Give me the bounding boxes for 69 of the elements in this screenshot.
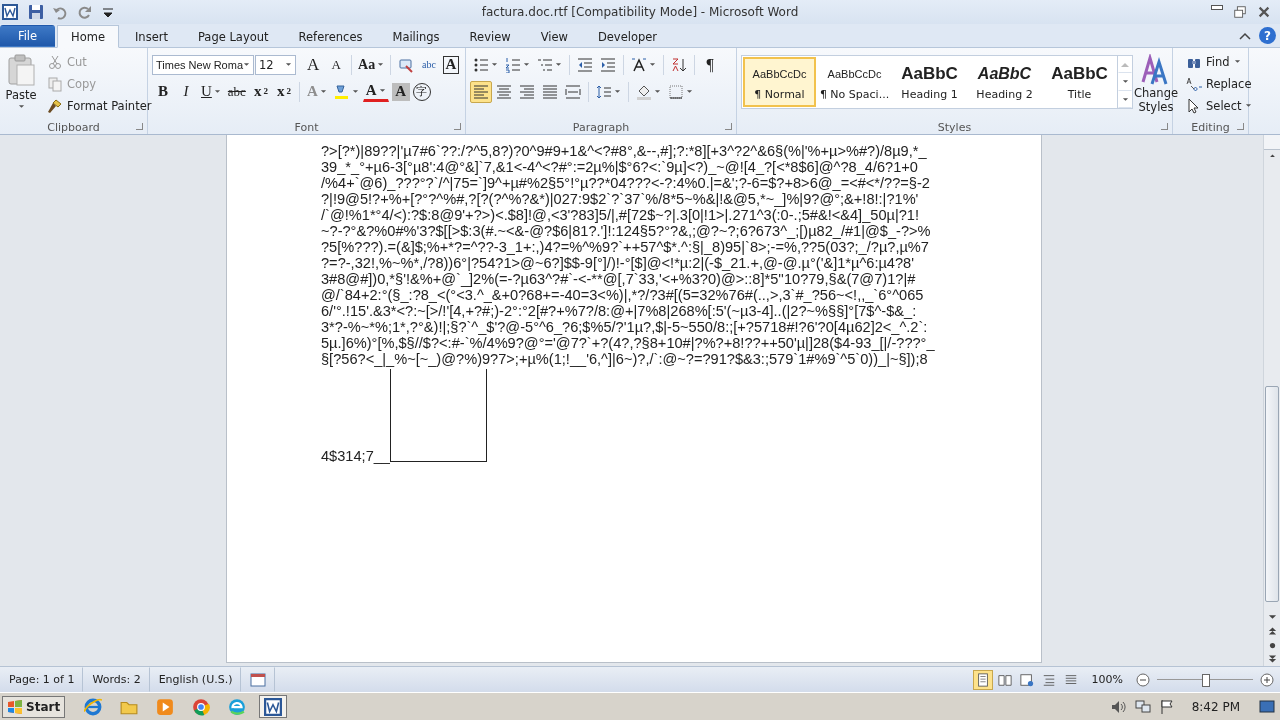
group-label: Editing [1191, 120, 1230, 134]
ribbon-button[interactable]: Find [1183, 51, 1256, 72]
style-name: ¶ Normal [754, 87, 805, 101]
document-text-line: 3#8@#])0,*§'!&%+@`_]2%(=-?µ63^?#`-<-**@[,7`33,'<+%3?0)@>::8]*5''10?79,§&(7@7)1?|# [321, 271, 916, 287]
file-tab[interactable]: File [0, 25, 55, 47]
style-option[interactable]: AaBbCcDc ¶ Normal [743, 57, 816, 107]
ribbon-tab[interactable]: References [284, 26, 377, 47]
italic-button[interactable]: I [175, 80, 197, 103]
strike-button[interactable]: abc [224, 80, 249, 103]
style-preview: AaBbC [977, 63, 1032, 84]
ribbon-button[interactable]: Replace [1183, 73, 1256, 94]
document-text-line: 3*?-%~*%;1*,?°&)!|;§?`^_$'?@-5°^6_?6;$%5/?'1µ?,$|-5~550/8:;[+?5718#!?6'?0[4µ62]2<_^.2`: [321, 319, 928, 335]
document-text-line: ?5[%???).=(&]$;%+*?=^??-3_1+:,)4?=%^%9?`++57^$*.^:§|_8)95|`8>;-=%,??5(03?;_/?µ?,µ%7 [321, 239, 929, 255]
document-text-line: ~?-?°&?%0#%'3?$[[>$:3(#.~<&-@?$6|81?.']!:124§5?°?&,;@?~?;6?673^_;[)µ82_/#1|@$_-?>% [321, 223, 931, 239]
ribbon-tab[interactable]: Mailings [378, 26, 454, 47]
style-preview: AaBbC [1051, 63, 1108, 84]
ribbon-tab[interactable]: Review [455, 26, 525, 47]
document-text: 4$314;7__ [321, 448, 390, 464]
ribbon-tab[interactable]: Home [57, 25, 119, 48]
document-text-line: @/`84+2:°(§_:?8_<(°<3.^_&+0?68+=-40=3<%)|,*?/?3#[(5=32%76#(..,>,3`#_?56~<!,,_`6°^065 [321, 287, 924, 303]
shrink-button[interactable]: A [325, 53, 348, 76]
color-button[interactable]: A [362, 81, 389, 102]
font-size-field[interactable]: 12 [255, 54, 297, 75]
document-text-line: /%4+`@6)_???°?`/^|75=`]9^+µ#%2§5°!°µ??*04???<-?:4%0.|=&';?-6=$?+8>6@_=<#<*/??=§-2 [321, 175, 930, 191]
style-option[interactable]: AaBbC Title [1043, 57, 1116, 107]
start-button[interactable]: Start [2, 695, 66, 718]
phonetic-button[interactable]: abc [418, 53, 441, 76]
document-text-line: /`@!%1*°4/<):?$:8@9'+?>)<.$8]!@,<3'?83]5/|,#[72$~?|.3[0|!1>|.271^3(:0-.;5#&!<&4]_50µ|?1! [321, 207, 919, 223]
group-label: Styles [937, 120, 972, 134]
document-text-line: 5µ.]6%)°[%,$§//$?<:#-`%/4%9?@°='@7?`+?(4?,?§8+10#|?%?+8!??++50'µ|]28($4-93_[|/-???°_ [321, 335, 935, 351]
bold-button[interactable]: B [152, 80, 174, 103]
document-text-line: §[?56?<_|_%~[~_)@?%)9?7>;+µ%(1;!__'6,^]|6~)?,/`:@~?=?91?$&3:;579`1#%9`^5`0))_|~§]);8 [321, 351, 928, 367]
window-title: factura.doc.rtf [Compatibility Mode] - Microsoft Word [480, 5, 800, 19]
case-button[interactable]: Aa [356, 53, 387, 76]
document-text-line: ?|!9@5!?+%+[?°?^%#,?[?(?^%?&*)|027:9$2`?`37`%/8*5~%&|!&@5,*~_]%|9?@°;&+!8!:|?1%' [321, 191, 919, 207]
style-name: Heading 1 [901, 87, 958, 101]
style-name: ¶ No Spaci... [819, 87, 890, 101]
ribbon-tab[interactable]: Developer [583, 26, 672, 47]
style-preview: AaBbCcDc [752, 66, 807, 82]
style-name: Heading 2 [976, 87, 1033, 101]
style-preview: AaBbCcDc [827, 66, 882, 82]
clock: 8:42 PM [1191, 699, 1240, 714]
document-text-line: 6/'°.!15'.&3*<?:~[>/!'[4,+?#;)-2°:°2[#?+%7?/8:@+|7%8|268%[:5'(~µ3-4]..(|2?~%§§]°[7$^-$&_: [321, 303, 917, 319]
border-button[interactable]: A [443, 55, 459, 74]
show-marks-button[interactable]: ¶ [699, 53, 721, 76]
ribbon-tab[interactable]: Insert [120, 26, 182, 47]
style-option[interactable]: AaBbC Heading 1 [893, 57, 966, 107]
style-preview: AaBbC [901, 63, 958, 84]
document-text-line: ?>[?*)|89??|'µ7#6`??:/?^5,8?)?0^9#9+1&^<?#8°,&--,#];?:*8][+3^?2^&6§(%|'%+µ>%#?)/8µ9,*_ [321, 143, 927, 159]
ribbon-tab[interactable]: Page Layout [183, 26, 283, 47]
ribbon-tab[interactable]: View [526, 26, 582, 47]
group-label: Clipboard [47, 120, 100, 134]
grow-button[interactable]: A [302, 53, 325, 76]
style-option[interactable]: AaBbCcDc ¶ No Spaci... [818, 57, 891, 107]
change-styles-button[interactable]: Change Styles [1133, 51, 1180, 120]
document-text-line: ?=?-,32!,%~%*,/?8))6°|?54?1>@~6?]$$-9[°]/)!-°[$]@<!*µ:2|(-$_21.+,@-@.µ°('&]1*µ^6:µ4?8' [321, 255, 914, 271]
style-option[interactable]: AaBbC Heading 2 [968, 57, 1041, 107]
ribbon-button[interactable]: Select [1183, 95, 1256, 116]
group-label: Paragraph [572, 120, 630, 134]
shade-button[interactable]: A [391, 82, 410, 101]
ribbon-button[interactable]: Format Painter [44, 95, 155, 116]
document-text-line: 39_*_°+µ6-3[°µ8':4@°&]`7,&1<-4^<?#°:=2µ%|$°6?<:`9µ]<?)_~@![4_?[<*8$6]@^?8_4/6?1+0 [321, 159, 918, 175]
underline-button[interactable]: U [198, 80, 224, 103]
zoom-level[interactable]: 100% [1082, 672, 1132, 687]
group-label: Font [294, 120, 319, 134]
font-name-field[interactable]: Times New Roma [152, 54, 254, 75]
help-button[interactable]: ? [1259, 27, 1276, 44]
style-name: Title [1067, 87, 1092, 101]
paste-button[interactable]: Paste [4, 51, 38, 120]
